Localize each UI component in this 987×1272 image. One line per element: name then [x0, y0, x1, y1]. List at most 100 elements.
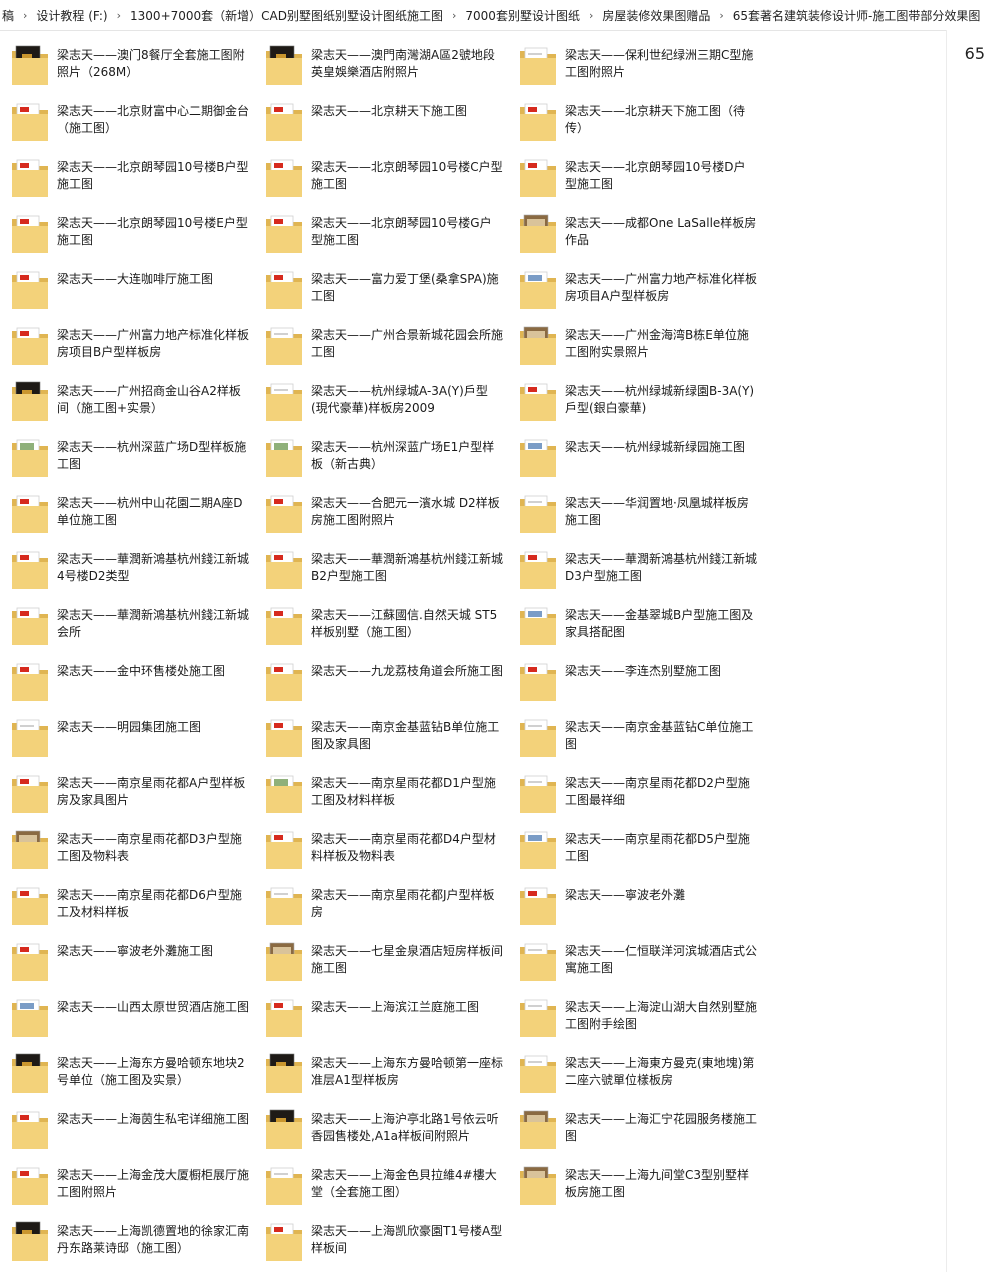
folder-item[interactable]: 梁志天——澳門南灣湖A區2號地段英皇娛樂酒店附照片 — [258, 30, 508, 86]
folder-label: 梁志天——上海東方曼克(東地塊)第二座六號單位樣板房 — [565, 1056, 755, 1087]
folder-label: 梁志天——上海沪亭北路1号依云听香园售楼处,A1a样板间附照片 — [311, 1112, 499, 1143]
folder-item[interactable]: 梁志天——上海東方曼克(東地塊)第二座六號單位樣板房 — [512, 1038, 762, 1094]
folder-item[interactable]: 梁志天——上海凯欣豪園T1号楼A型样板间 — [258, 1206, 508, 1262]
folder-label: 梁志天——北京朗琴园10号楼G户型施工图 — [311, 216, 492, 247]
folder-icon — [10, 941, 50, 983]
folder-item[interactable]: 梁志天——上海茵生私宅详细施工图 — [4, 1094, 254, 1150]
folder-item[interactable]: 梁志天——上海九间堂C3型别墅样板房施工图 — [512, 1150, 762, 1206]
folder-icon — [10, 157, 50, 199]
folder-item[interactable]: 梁志天——華潤新鴻基杭州錢江新城 B2户型施工图 — [258, 534, 508, 590]
folder-item[interactable]: 梁志天——北京朗琴园10号楼B户型施工图 — [4, 142, 254, 198]
folder-item[interactable]: 梁志天——上海金茂大厦橱柜展厅施工图附照片 — [4, 1150, 254, 1206]
folder-item[interactable]: 梁志天——广州富力地产标准化样板房项目B户型样板房 — [4, 310, 254, 366]
folder-item[interactable]: 梁志天——南京星雨花都D3户型施工图及物料表 — [4, 814, 254, 870]
folder-label: 梁志天——南京星雨花都D5户型施工图 — [565, 832, 750, 863]
folder-label: 梁志天——上海汇宁花园服务楼施工图 — [565, 1112, 757, 1143]
folder-item[interactable]: 梁志天——上海沪亭北路1号依云听香园售楼处,A1a样板间附照片 — [258, 1094, 508, 1150]
folder-icon — [10, 101, 50, 143]
folder-item[interactable]: 梁志天——北京朗琴园10号楼G户型施工图 — [258, 198, 508, 254]
folder-icon — [10, 1053, 50, 1095]
folder-label: 梁志天——北京财富中心二期御金台（施工图） — [57, 104, 249, 135]
breadcrumb[interactable]: 稿 › 设计教程 (F:) › 1300+7000套（新增）CAD别墅图纸别墅设… — [0, 0, 987, 31]
folder-item[interactable]: 梁志天——江蘇國信.自然天城 ST5样板别墅（施工图） — [258, 590, 508, 646]
folder-item[interactable]: 梁志天——杭州中山花園二期A座D单位施工图 — [4, 478, 254, 534]
folder-label: 梁志天——南京星雨花都D1户型施工图及材料样板 — [311, 776, 496, 807]
breadcrumb-item-7000-folder[interactable]: 7000套别墅设计图纸 — [463, 7, 582, 24]
folder-item[interactable]: 梁志天——南京星雨花都A户型样板房及家具图片 — [4, 758, 254, 814]
folder-item[interactable]: 梁志天——北京耕天下施工图（待传） — [512, 86, 762, 142]
breadcrumb-item-cad-folder[interactable]: 1300+7000套（新增）CAD别墅图纸别墅设计图纸施工图 — [128, 7, 445, 24]
folder-item[interactable]: 梁志天——上海金色貝拉維4#樓大堂（全套施工图） — [258, 1150, 508, 1206]
folder-item[interactable]: 梁志天——杭州深蓝广场D型样板施工图 — [4, 422, 254, 478]
folder-item[interactable]: 梁志天——上海淀山湖大自然别墅施工图附手绘图 — [512, 982, 762, 1038]
folder-item[interactable]: 梁志天——上海汇宁花园服务楼施工图 — [512, 1094, 762, 1150]
folder-item[interactable]: 梁志天——南京金基蓝钻C单位施工图 — [512, 702, 762, 758]
folder-item[interactable]: 梁志天——杭州绿城新绿園B-3A(Y)戶型(銀白豪華) — [512, 366, 762, 422]
folder-label: 梁志天——上海茵生私宅详细施工图 — [57, 1112, 249, 1126]
folder-item[interactable]: 梁志天——上海滨江兰庭施工图 — [258, 982, 508, 1038]
folder-icon — [518, 941, 558, 983]
folder-item[interactable]: 梁志天——北京朗琴园10号楼D户型施工图 — [512, 142, 762, 198]
folder-item[interactable]: 梁志天——金基翠城B户型施工图及家具搭配图 — [512, 590, 762, 646]
folder-item[interactable]: 梁志天——杭州深蓝广场E1户型样板（新古典） — [258, 422, 508, 478]
folder-item[interactable]: 梁志天——明园集团施工图 — [4, 702, 254, 758]
chevron-right-icon[interactable]: › — [445, 9, 463, 22]
folder-item[interactable]: 梁志天——北京朗琴园10号楼C户型施工图 — [258, 142, 508, 198]
folder-label: 梁志天——七星金泉酒店短房样板间施工图 — [311, 944, 503, 975]
breadcrumb-item-current[interactable]: 65套著名建筑装修设计师-施工图带部分效果图 — [731, 7, 983, 24]
folder-item[interactable]: 梁志天——南京星雨花都D6户型施工及材料样板 — [4, 870, 254, 926]
breadcrumb-item-drive[interactable]: 设计教程 (F:) — [34, 7, 109, 24]
folder-item[interactable]: 梁志天——北京财富中心二期御金台（施工图） — [4, 86, 254, 142]
folder-item[interactable]: 梁志天——北京耕天下施工图 — [258, 86, 508, 142]
folder-icon — [518, 997, 558, 1039]
folder-item[interactable]: 梁志天——華潤新鴻基杭州錢江新城 D3户型施工图 — [512, 534, 762, 590]
folder-item[interactable]: 梁志天——金中环售楼处施工图 — [4, 646, 254, 702]
folder-item[interactable]: 梁志天——南京金基蓝钻B单位施工图及家具图 — [258, 702, 508, 758]
folder-item[interactable]: 梁志天——華潤新鴻基杭州錢江新城 4号楼D2类型 — [4, 534, 254, 590]
folder-item[interactable]: 梁志天——寧波老外灘施工图 — [4, 926, 254, 982]
folder-item[interactable]: 梁志天——南京星雨花都D2户型施工图最祥细 — [512, 758, 762, 814]
folder-item[interactable]: 梁志天——南京星雨花都J户型样板房 — [258, 870, 508, 926]
folder-item[interactable]: 梁志天——李连杰别墅施工图 — [512, 646, 762, 702]
chevron-right-icon[interactable]: › — [582, 9, 600, 22]
folder-label: 梁志天——上海凯德置地的徐家汇南丹东路莱诗邸（施工图） — [57, 1224, 249, 1255]
folder-item[interactable]: 梁志天——仁恒联洋河滨城酒店式公寓施工图 — [512, 926, 762, 982]
folder-item[interactable]: 梁志天——广州富力地产标准化样板房项目A户型样板房 — [512, 254, 762, 310]
folder-item[interactable]: 梁志天——杭州绿城新绿园施工图 — [512, 422, 762, 478]
folder-item[interactable]: 梁志天——山西太原世贸酒店施工图 — [4, 982, 254, 1038]
folder-item[interactable]: 梁志天——南京星雨花都D4户型材料样板及物料表 — [258, 814, 508, 870]
chevron-right-icon[interactable]: › — [110, 9, 128, 22]
folder-item[interactable]: 梁志天——大连咖啡厅施工图 — [4, 254, 254, 310]
folder-icon — [10, 381, 50, 423]
item-count: 65 — [964, 44, 985, 63]
folder-label: 梁志天——上海滨江兰庭施工图 — [311, 1000, 480, 1014]
folder-item[interactable]: 梁志天——华润置地·凤凰城样板房施工图 — [512, 478, 762, 534]
folder-item[interactable]: 梁志天——上海东方曼哈顿第一座标准层A1型样板房 — [258, 1038, 508, 1094]
folder-item[interactable]: 梁志天——广州金海湾B栋E单位施工图附实景照片 — [512, 310, 762, 366]
folder-item[interactable]: 梁志天——广州招商金山谷A2样板间（施工图+实景） — [4, 366, 254, 422]
folder-item[interactable]: 梁志天——北京朗琴园10号楼E户型施工图 — [4, 198, 254, 254]
folder-item[interactable]: 梁志天——合肥元一濱水城 D2样板房施工图附照片 — [258, 478, 508, 534]
folder-label: 梁志天——南京星雨花都D6户型施工及材料样板 — [57, 888, 242, 919]
folder-item[interactable]: 梁志天——華潤新鴻基杭州錢江新城会所 — [4, 590, 254, 646]
folder-item[interactable]: 梁志天——杭州绿城A-3A(Y)戶型(現代豪華)样板房2009 — [258, 366, 508, 422]
breadcrumb-item-root[interactable]: 稿 — [0, 7, 16, 24]
folder-item[interactable]: 梁志天——广州合景新城花园会所施工图 — [258, 310, 508, 366]
folder-item[interactable]: 梁志天——上海凯德置地的徐家汇南丹东路莱诗邸（施工图） — [4, 1206, 254, 1262]
folder-item[interactable]: 梁志天——上海东方曼哈顿东地块2号单位（施工图及实景） — [4, 1038, 254, 1094]
breadcrumb-item-gift-folder[interactable]: 房屋装修效果图赠品 — [600, 7, 712, 24]
folder-icon — [264, 157, 304, 199]
folder-item[interactable]: 梁志天——富力爱丁堡(桑拿SPA)施工图 — [258, 254, 508, 310]
folder-item[interactable]: 梁志天——南京星雨花都D5户型施工图 — [512, 814, 762, 870]
folder-item[interactable]: 梁志天——保利世纪绿洲三期C型施工图附照片 — [512, 30, 762, 86]
folder-item[interactable]: 梁志天——九龙荔枝角道会所施工图 — [258, 646, 508, 702]
folder-item[interactable]: 梁志天——七星金泉酒店短房样板间施工图 — [258, 926, 508, 982]
folder-item[interactable]: 梁志天——寧波老外灘 — [512, 870, 762, 926]
folder-item[interactable]: 梁志天——澳门8餐厅全套施工图附照片（268M） — [4, 30, 254, 86]
chevron-right-icon[interactable]: › — [16, 9, 34, 22]
folder-item[interactable]: 梁志天——南京星雨花都D1户型施工图及材料样板 — [258, 758, 508, 814]
chevron-right-icon[interactable]: › — [712, 9, 730, 22]
folder-item[interactable]: 梁志天——成都One LaSalle样板房作品 — [512, 198, 762, 254]
folder-icon — [518, 437, 558, 479]
folder-label: 梁志天——上海九间堂C3型别墅样板房施工图 — [565, 1168, 750, 1199]
